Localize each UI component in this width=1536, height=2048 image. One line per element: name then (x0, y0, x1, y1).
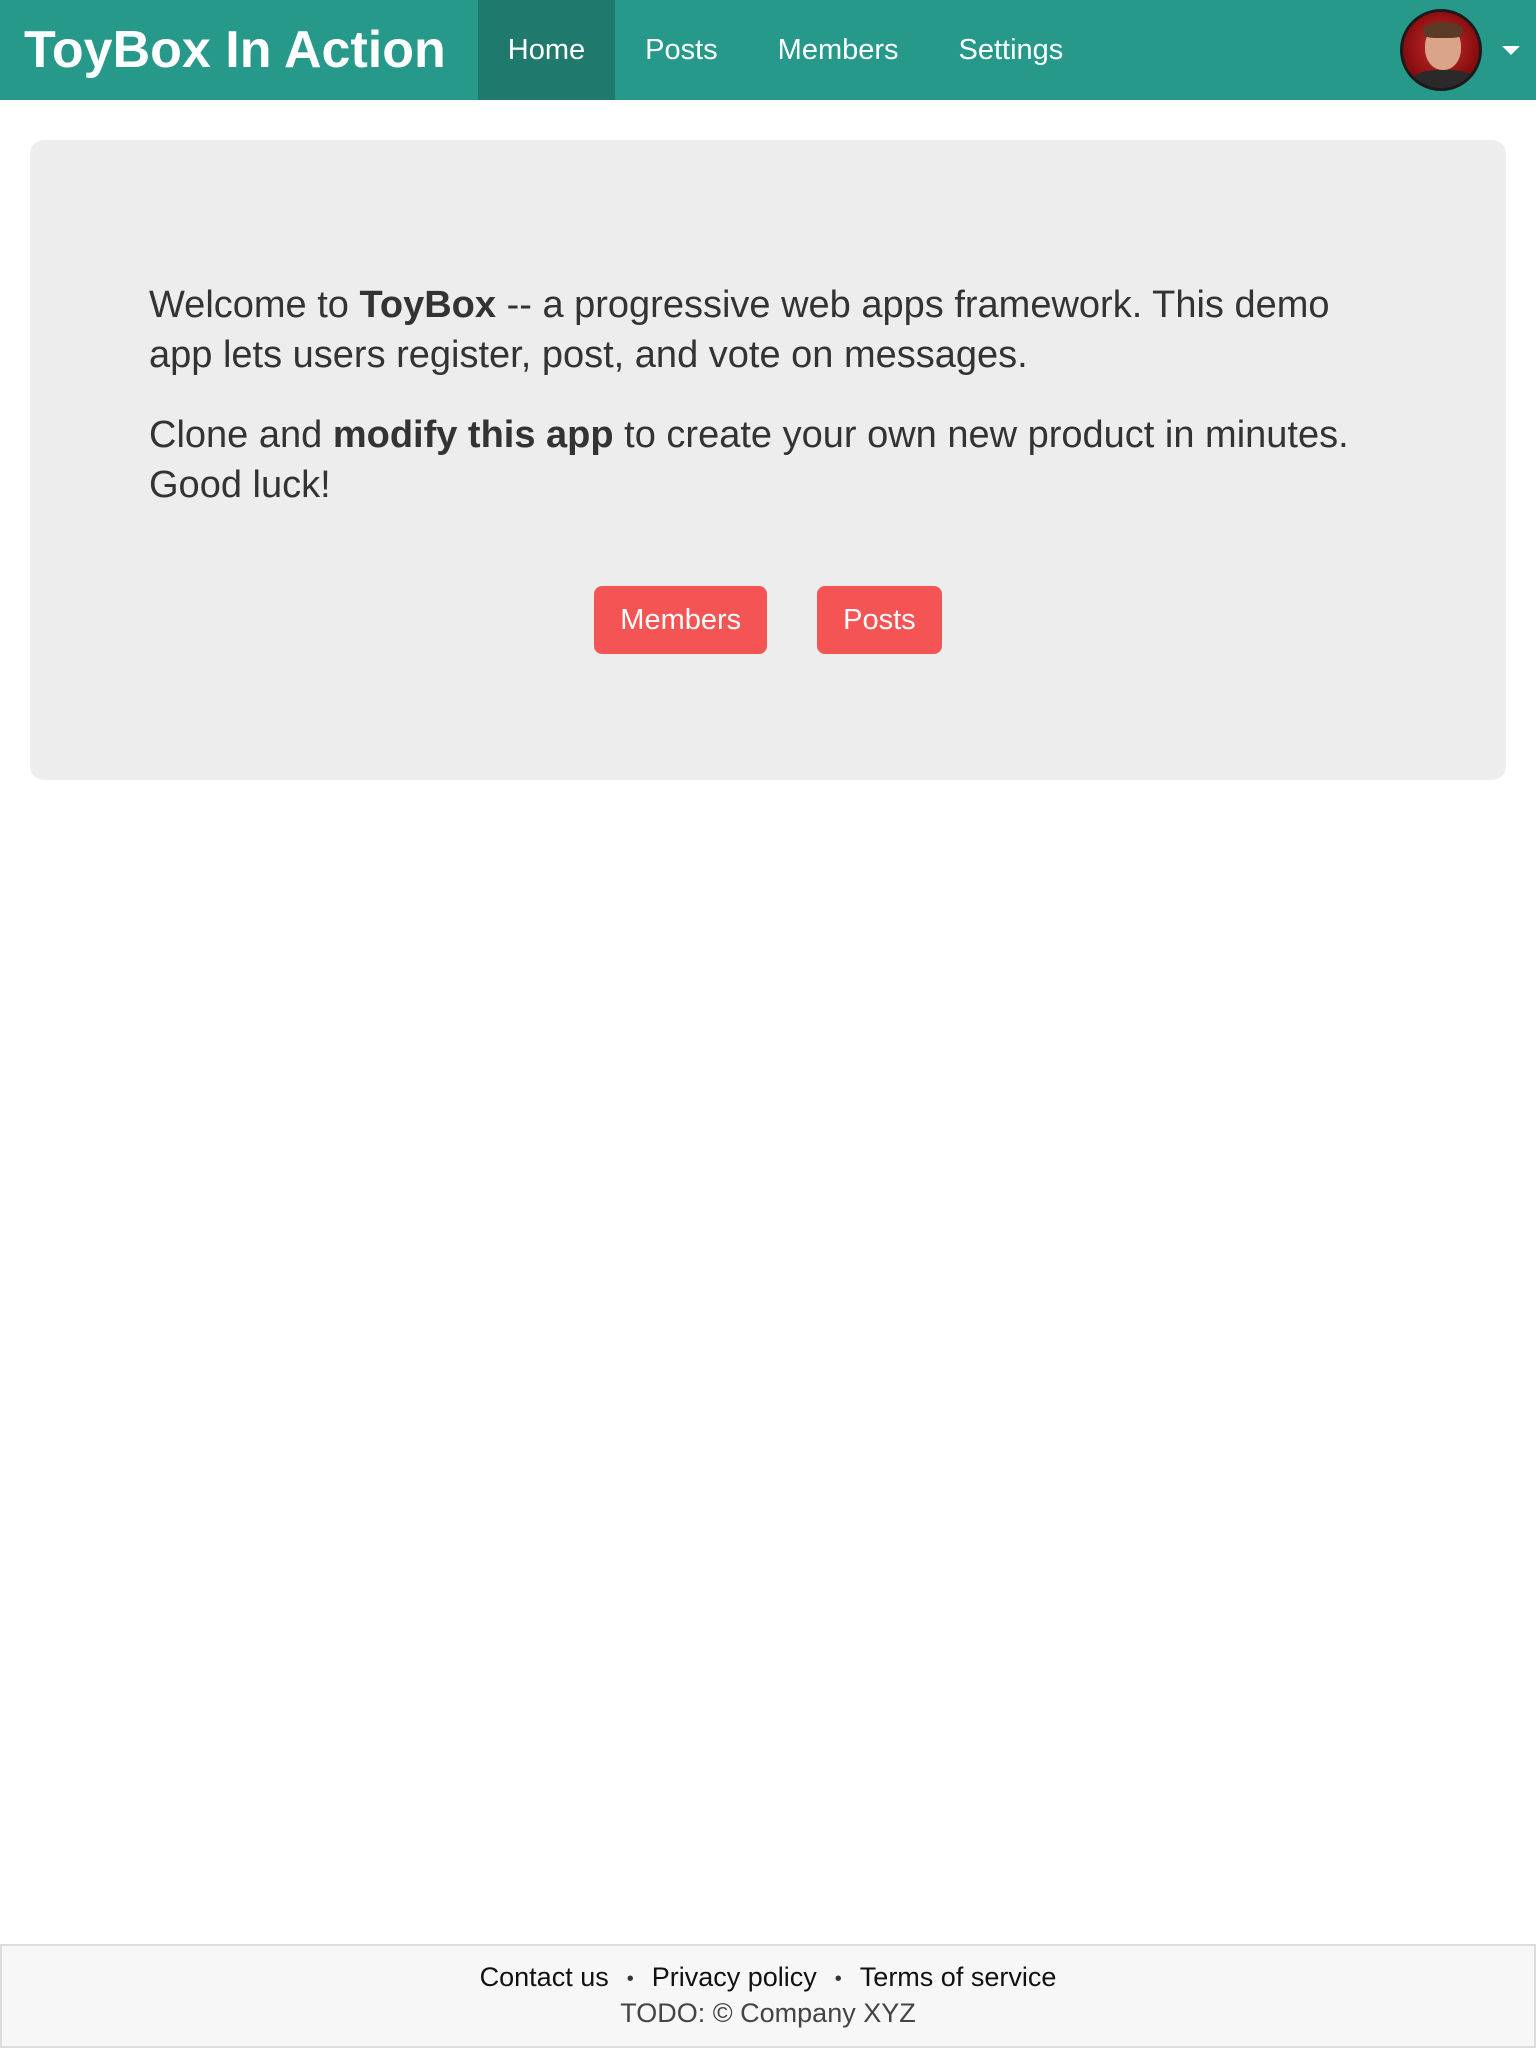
footer: Contact us • Privacy policy • Terms of servi… (0, 1944, 1536, 2048)
intro-text-start: Welcome to (149, 284, 360, 326)
user-menu (1400, 0, 1536, 100)
footer-separator: • (834, 1967, 842, 1990)
top-navbar: ToyBox In Action Home Posts Members Sett… (0, 0, 1536, 100)
nav-link-home[interactable]: Home (477, 0, 616, 100)
hero-buttons: Members Posts (30, 586, 1506, 654)
brand-title[interactable]: ToyBox In Action (0, 0, 478, 100)
nav-links: Home Posts Members Settings (477, 0, 1094, 100)
privacy-policy-link[interactable]: Privacy policy (652, 1962, 817, 1992)
footer-links: Contact us • Privacy policy • Terms of servi… (2, 1960, 1534, 1996)
clone-text-bold: modify this app (332, 414, 614, 456)
terms-of-service-link[interactable]: Terms of service (860, 1962, 1057, 1992)
clone-paragraph: Clone and modify this app to create your… (149, 410, 1379, 510)
footer-separator: • (626, 1967, 634, 1990)
clone-text-start: Clone and (149, 414, 333, 456)
intro-text-bold: ToyBox (359, 284, 497, 326)
avatar[interactable] (1400, 9, 1482, 91)
hero-panel: Welcome to ToyBox -- a progressive web a… (30, 140, 1506, 780)
intro-paragraph: Welcome to ToyBox -- a progressive web a… (149, 280, 1379, 380)
hero-text: Welcome to ToyBox -- a progressive web a… (149, 280, 1379, 540)
posts-button[interactable]: Posts (817, 586, 942, 654)
avatar-shirt (1411, 70, 1477, 88)
nav-link-members[interactable]: Members (748, 0, 929, 100)
copyright-text: TODO: © Company XYZ (620, 1997, 916, 2028)
nav-link-settings[interactable]: Settings (929, 0, 1094, 100)
avatar-hair (1423, 22, 1463, 38)
nav-link-posts[interactable]: Posts (615, 0, 748, 100)
members-button[interactable]: Members (594, 586, 768, 654)
contact-us-link[interactable]: Contact us (480, 1962, 609, 1992)
caret-down-icon[interactable] (1502, 45, 1520, 55)
